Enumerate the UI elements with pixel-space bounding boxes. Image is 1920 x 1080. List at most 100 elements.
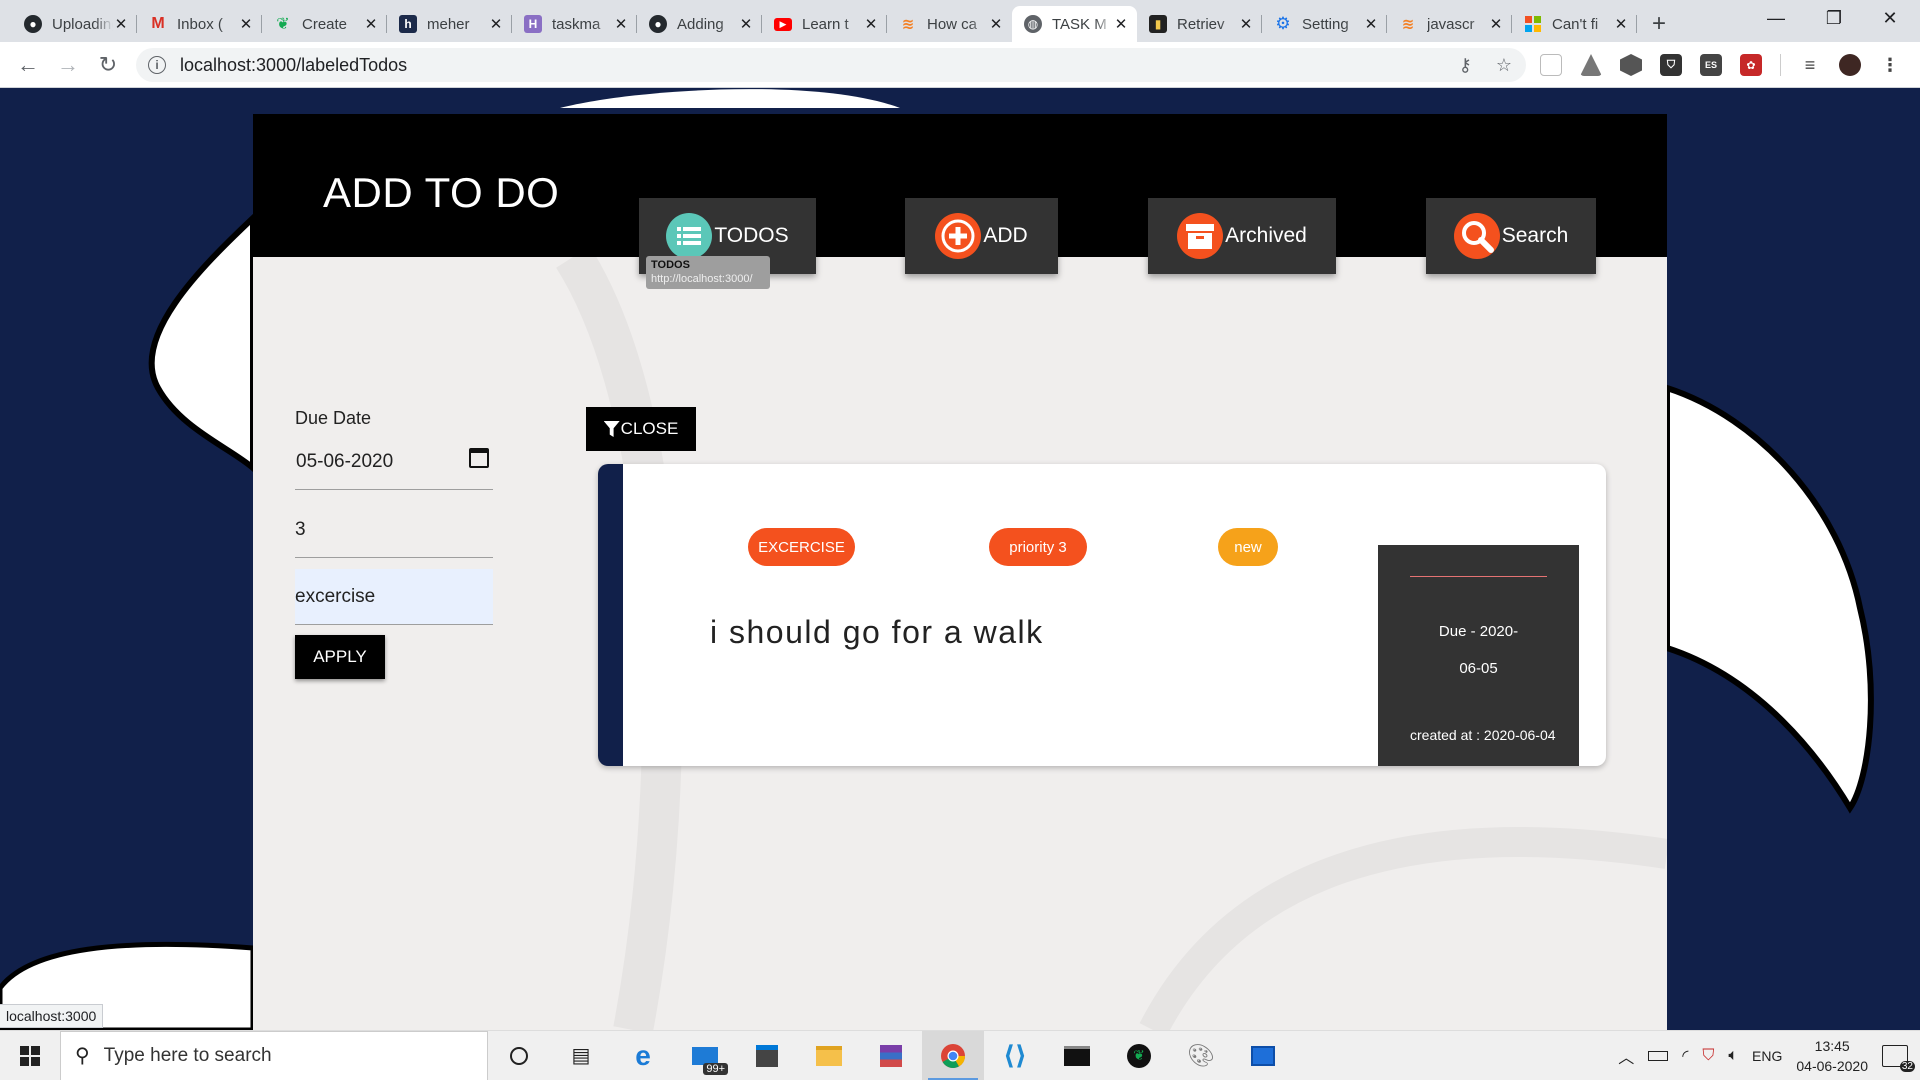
nav-add-button[interactable]: ADD — [905, 198, 1058, 274]
priority-input[interactable]: 3 — [295, 502, 493, 558]
close-tab-icon[interactable]: ✕ — [988, 15, 1004, 33]
plus-icon — [935, 213, 982, 259]
site-info-icon[interactable]: i — [148, 56, 166, 74]
globe-icon: ◍ — [1024, 15, 1042, 33]
notifications-icon[interactable]: 32 — [1882, 1045, 1915, 1072]
search-icon — [1453, 213, 1500, 259]
tab-title: Adding — [677, 15, 724, 33]
tab-title: TASK M — [1052, 15, 1107, 33]
es-extension-icon[interactable]: ES — [1700, 54, 1722, 76]
forward-arrow-icon[interactable]: → — [48, 45, 88, 85]
extensions-area: ⛉ ES ✿ ≡ ⋮ — [1540, 48, 1901, 82]
shield-icon[interactable]: ⛉ — [1660, 54, 1682, 76]
calendar-icon[interactable] — [469, 448, 489, 468]
media-queue-icon[interactable]: ≡ — [1799, 54, 1821, 76]
photos-icon[interactable] — [1232, 1031, 1294, 1080]
key-icon[interactable]: ⚷ — [1459, 55, 1472, 76]
chevron-up-icon[interactable]: ︿ — [1618, 1044, 1634, 1068]
extension-icon[interactable] — [1540, 54, 1562, 76]
close-tab-icon[interactable]: ✕ — [488, 15, 504, 33]
close-tab-icon[interactable]: ✕ — [1238, 15, 1254, 33]
browser-tab-active[interactable]: ◍ TASK M ✕ — [1012, 6, 1137, 42]
browser-tab[interactable]: ▮ Retriev ✕ — [1137, 6, 1262, 42]
cortana-icon[interactable] — [488, 1031, 550, 1080]
wifi-icon[interactable]: ◜ — [1682, 1046, 1688, 1066]
browser-tab[interactable]: Can't fi ✕ — [1512, 6, 1637, 42]
mail-icon[interactable]: 99+ — [674, 1031, 736, 1080]
label-value: excercise — [295, 585, 376, 607]
minimize-button[interactable]: — — [1748, 0, 1804, 36]
close-tab-icon[interactable]: ✕ — [738, 15, 754, 33]
clock[interactable]: 13:45 04-06-2020 — [1796, 1036, 1868, 1076]
due-date-input[interactable]: 05-06-2020 — [295, 434, 493, 490]
close-tab-icon[interactable]: ✕ — [1613, 15, 1629, 33]
address-bar[interactable]: i localhost:3000/labeledTodos ⚷ ☆ — [136, 48, 1526, 82]
back-arrow-icon[interactable]: ← — [8, 45, 48, 85]
search-placeholder: Type here to search — [103, 1044, 272, 1066]
close-tab-icon[interactable]: ✕ — [1113, 15, 1129, 33]
close-window-button[interactable]: ✕ — [1862, 0, 1918, 36]
edge-icon[interactable]: e — [612, 1031, 674, 1080]
label-input[interactable]: excercise — [295, 569, 493, 625]
close-tab-icon[interactable]: ✕ — [1488, 15, 1504, 33]
tab-title: Inbox ( — [177, 15, 223, 33]
reload-icon[interactable]: ↻ — [88, 45, 128, 85]
store-icon[interactable] — [736, 1031, 798, 1080]
list-icon — [666, 213, 713, 259]
maximize-button[interactable]: ❐ — [1806, 0, 1862, 36]
status-badge: new — [1218, 528, 1278, 566]
close-tab-icon[interactable]: ✕ — [863, 15, 879, 33]
winrar-icon[interactable] — [860, 1031, 922, 1080]
browser-tab[interactable]: Htaskma ✕ — [512, 6, 637, 42]
antivirus-icon[interactable]: ⛉ — [1702, 1047, 1714, 1065]
tab-title: Can't fi — [1552, 15, 1599, 33]
browser-tab[interactable]: ❦ Create ✕ — [262, 6, 387, 42]
browser-tab[interactable]: ▶ Learn t ✕ — [762, 6, 887, 42]
close-tab-icon[interactable]: ✕ — [1363, 15, 1379, 33]
close-tab-icon[interactable]: ✕ — [113, 15, 129, 33]
browser-tab[interactable]: ● Uploading ✕ — [12, 6, 137, 42]
browser-tab[interactable]: ≋ How ca ✕ — [887, 6, 1012, 42]
browser-tab[interactable]: ⚙ Setting ✕ — [1262, 6, 1387, 42]
microsoft-icon — [1524, 15, 1542, 33]
red-extension-icon[interactable]: ✿ — [1740, 54, 1762, 76]
tooltip-url: http://localhost:3000/ — [651, 273, 753, 285]
task-view-icon[interactable]: ▤ — [550, 1031, 612, 1080]
mongodb-compass-icon[interactable]: ❦ — [1108, 1031, 1170, 1080]
close-tab-icon[interactable]: ✕ — [238, 15, 254, 33]
browser-tab[interactable]: h meher ✕ — [387, 6, 512, 42]
battery-icon[interactable] — [1648, 1051, 1669, 1061]
app-title: ADD TO DO — [323, 169, 560, 216]
avatar[interactable] — [1839, 54, 1861, 76]
stackoverflow-icon: ≋ — [901, 16, 915, 33]
speaker-icon[interactable]: 🔈︎ — [1728, 1047, 1738, 1065]
kebab-menu-icon[interactable]: ⋮ — [1879, 54, 1901, 76]
browser-tab[interactable]: ● Adding ✕ — [637, 6, 762, 42]
close-filter-button[interactable]: CLOSE — [586, 407, 696, 451]
new-tab-button[interactable]: + — [1641, 6, 1677, 42]
file-explorer-icon[interactable] — [798, 1031, 860, 1080]
notification-count: 32 — [1899, 1061, 1915, 1072]
paint-icon[interactable]: 🎨︎ — [1170, 1031, 1232, 1080]
cube-icon[interactable] — [1620, 54, 1642, 76]
chrome-icon[interactable] — [922, 1030, 984, 1080]
taskbar-search-input[interactable]: ⚲ Type here to search — [60, 1030, 488, 1080]
bookmark-star-icon[interactable]: ☆ — [1496, 55, 1512, 76]
language-indicator[interactable]: ENG — [1752, 1048, 1782, 1064]
nav-search-button[interactable]: Search — [1426, 198, 1596, 274]
nav-archived-button[interactable]: Archived — [1148, 198, 1336, 274]
filter-icon — [603, 421, 620, 437]
apply-button[interactable]: APPLY — [295, 635, 385, 679]
due-date-value: 05-06-2020 — [296, 450, 394, 472]
gear-icon: ⚙ — [1275, 14, 1291, 33]
tab-title: Uploading — [52, 15, 113, 33]
close-tab-icon[interactable]: ✕ — [613, 15, 629, 33]
windows-start-icon[interactable] — [0, 1031, 60, 1080]
browser-tab[interactable]: ≋ javascr ✕ — [1387, 6, 1512, 42]
drive-icon[interactable] — [1580, 54, 1602, 76]
vscode-icon[interactable]: ⟨⟩ — [984, 1031, 1046, 1080]
priority-value: 3 — [295, 518, 306, 540]
close-tab-icon[interactable]: ✕ — [363, 15, 379, 33]
browser-tab[interactable]: M Inbox (✕ — [137, 6, 262, 42]
terminal-icon[interactable] — [1046, 1031, 1108, 1080]
